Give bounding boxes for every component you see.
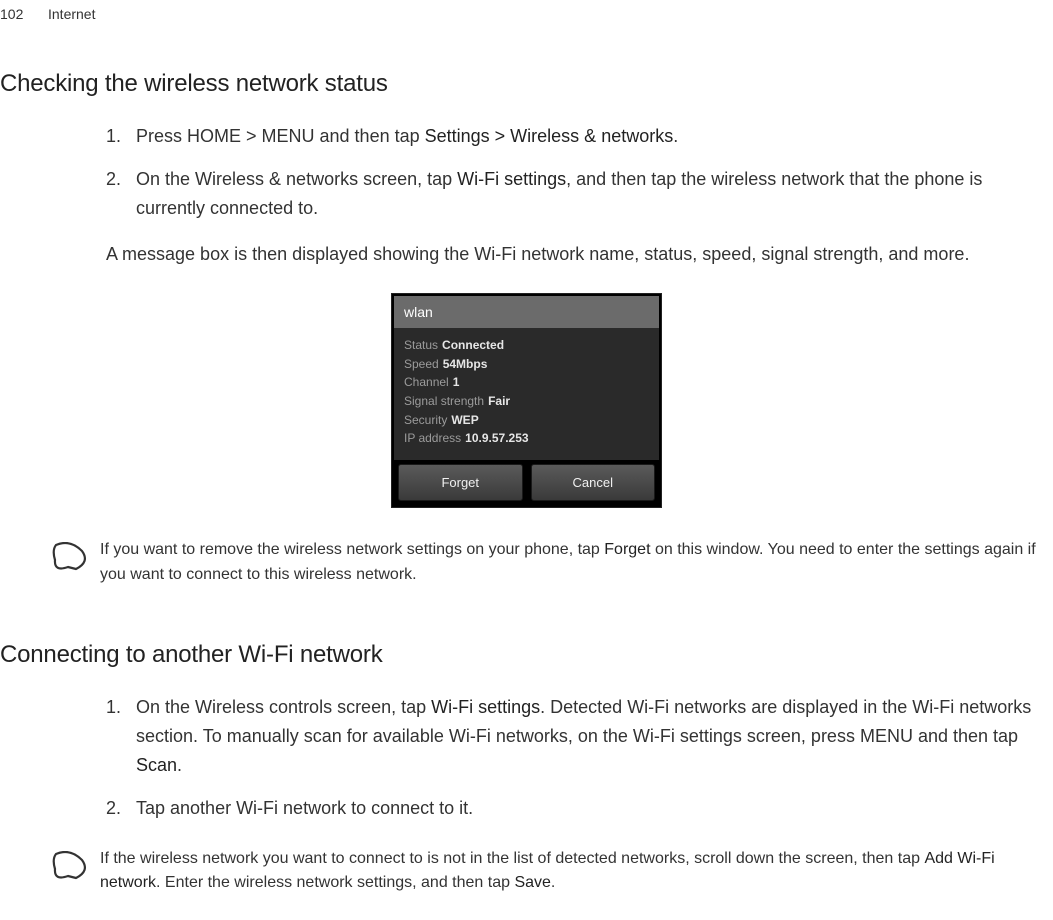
dialog-value: Connected (442, 338, 504, 352)
forget-button[interactable]: Forget (398, 464, 523, 501)
tip-icon (52, 542, 86, 574)
steps-checking-status: 1. Press HOME > MENU and then tap Settin… (0, 122, 1053, 222)
tip-pre: If the wireless network you want to conn… (100, 850, 924, 867)
tip-forget-network: If you want to remove the wireless netwo… (0, 532, 1053, 594)
paragraph-message-box-info: A message box is then displayed showing … (0, 240, 1053, 269)
step-number: 1. (106, 122, 121, 151)
dialog-label: Status (404, 338, 438, 352)
step-text-bold: Settings > Wireless & networks (425, 126, 674, 146)
page-header: 102 Internet (0, 0, 1053, 22)
step-item: 2. On the Wireless & networks screen, ta… (106, 165, 1053, 223)
dialog-label: IP address (404, 431, 461, 445)
tip-icon (52, 851, 86, 883)
dialog-body: Status Connected Speed 54Mbps Channel 1 Sig… (394, 328, 659, 460)
dialog-label: Channel (404, 375, 449, 389)
step-text-bold: Wi-Fi settings (431, 697, 540, 717)
dialog-value: 10.9.57.253 (465, 431, 528, 445)
step-item: 2. Tap another Wi-Fi network to connect … (106, 794, 1053, 823)
step-number: 2. (106, 165, 121, 194)
step-text-post: . (177, 755, 182, 775)
dialog-label: Security (404, 413, 447, 427)
dialog-row-ip: IP address 10.9.57.253 (404, 429, 649, 448)
step-number: 1. (106, 693, 121, 722)
dialog-title: wlan (394, 296, 659, 328)
dialog-row-status: Status Connected (404, 336, 649, 355)
cancel-button[interactable]: Cancel (531, 464, 656, 501)
dialog-value: 1 (453, 375, 460, 389)
tip-pre: If you want to remove the wireless netwo… (100, 541, 604, 558)
heading-connecting-another-wifi: Connecting to another Wi-Fi network (0, 641, 1053, 669)
dialog-row-security: Security WEP (404, 411, 649, 430)
dialog-row-channel: Channel 1 (404, 373, 649, 392)
tip-text: If the wireless network you want to conn… (100, 847, 1041, 897)
step-text-bold: Scan (136, 755, 177, 775)
tip-bold: Forget (604, 541, 650, 558)
screenshot-container: wlan Status Connected Speed 54Mbps Channel… (0, 293, 1053, 508)
dialog-row-speed: Speed 54Mbps (404, 355, 649, 374)
step-text-pre: Press HOME > MENU and then tap (136, 126, 425, 146)
dialog-value: 54Mbps (443, 357, 488, 371)
step-number: 2. (106, 794, 121, 823)
step-text-pre: Tap another Wi-Fi network to connect to … (136, 798, 473, 818)
wlan-dialog: wlan Status Connected Speed 54Mbps Channel… (391, 293, 662, 508)
step-item: 1. Press HOME > MENU and then tap Settin… (106, 122, 1053, 151)
step-text-pre: On the Wireless controls screen, tap (136, 697, 431, 717)
dialog-value: WEP (451, 413, 478, 427)
step-text-post: . (673, 126, 678, 146)
tip-add-wifi-network: If the wireless network you want to conn… (0, 841, 1053, 903)
step-item: 1. On the Wireless controls screen, tap … (106, 693, 1053, 779)
step-text-pre: On the Wireless & networks screen, tap (136, 169, 457, 189)
dialog-row-signal: Signal strength Fair (404, 392, 649, 411)
header-section: Internet (48, 6, 95, 22)
dialog-label: Speed (404, 357, 439, 371)
steps-connecting-another: 1. On the Wireless controls screen, tap … (0, 693, 1053, 822)
heading-checking-wireless-status: Checking the wireless network status (0, 70, 1053, 98)
dialog-value: Fair (488, 394, 510, 408)
step-text-bold: Wi-Fi settings (457, 169, 566, 189)
dialog-buttons: Forget Cancel (394, 460, 659, 505)
tip-text: If you want to remove the wireless netwo… (100, 538, 1041, 588)
dialog-label: Signal strength (404, 394, 484, 408)
page-number: 102 (0, 6, 24, 22)
